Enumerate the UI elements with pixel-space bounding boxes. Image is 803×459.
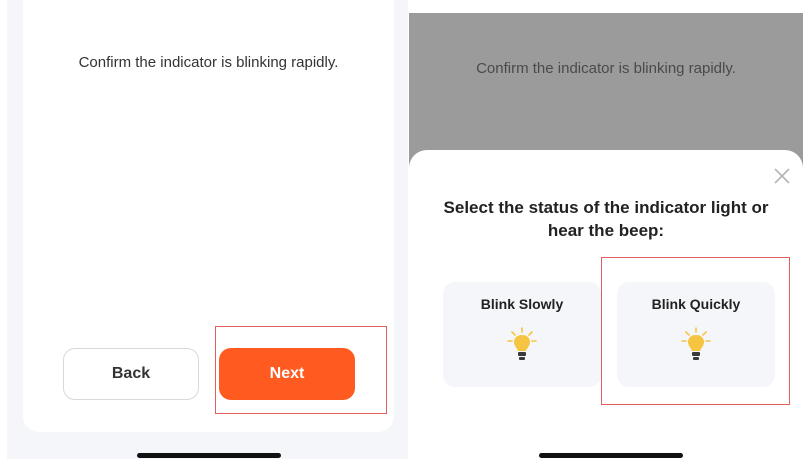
left-screen: Confirm the indicator is blinking rapidl… [7, 0, 408, 459]
screenshot-pair: Confirm the indicator is blinking rapidl… [0, 0, 803, 459]
blink-quickly-highlight-box [601, 257, 790, 405]
sheet-title: Select the status of the indicator light… [443, 198, 769, 240]
instruction-card: Confirm the indicator is blinking rapidl… [23, 0, 394, 432]
lightbulb-icon [507, 327, 537, 360]
blink-slowly-option[interactable]: Blink Slowly [443, 282, 601, 387]
close-icon[interactable] [773, 167, 791, 185]
status-bottom-sheet: Select the status of the indicator light… [409, 150, 803, 459]
instruction-text: Confirm the indicator is blinking rapidl… [78, 54, 339, 71]
right-screen: Confirm the indicator is blinking rapidl… [409, 13, 803, 459]
option-label: Blink Slowly [480, 296, 564, 312]
back-button[interactable]: Back [63, 348, 199, 400]
home-indicator [539, 453, 683, 458]
home-indicator [137, 453, 281, 458]
next-highlight-box [215, 326, 387, 414]
dimmed-instruction-text: Confirm the indicator is blinking rapidl… [476, 60, 736, 77]
